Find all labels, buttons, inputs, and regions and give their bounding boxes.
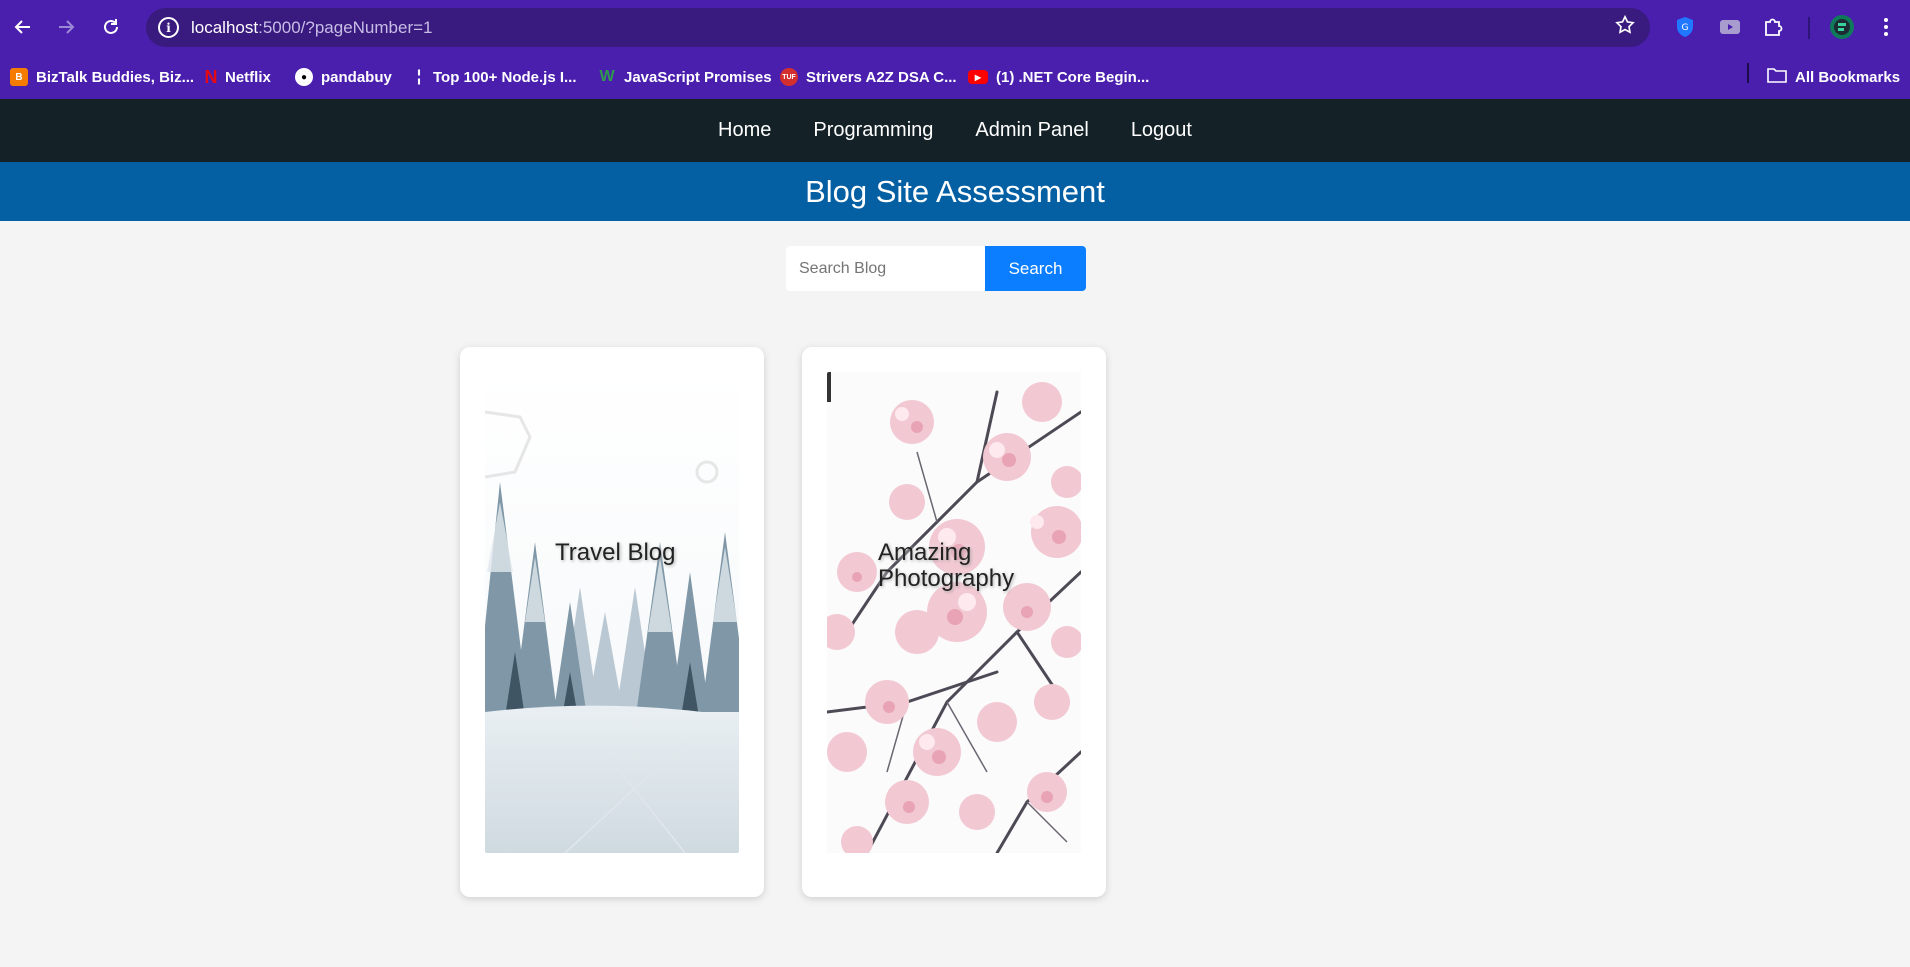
forward-icon[interactable] xyxy=(51,12,81,42)
bookmark-label: Top 100+ Node.js I... xyxy=(433,68,577,86)
profile-avatar-icon[interactable] xyxy=(1827,12,1857,42)
bookmark-biztalk[interactable]: B BizTalk Buddies, Biz... xyxy=(10,65,194,89)
site-banner: Blog Site Assessment xyxy=(0,162,1910,221)
card-image-cherry-blossom xyxy=(827,372,1081,853)
youtube-icon: ▶ xyxy=(968,70,988,84)
w3-icon: W xyxy=(599,68,615,85)
extensions-puzzle-icon[interactable] xyxy=(1758,12,1788,42)
search-input[interactable] xyxy=(786,246,985,291)
svg-text:G: G xyxy=(1682,23,1689,33)
bookmark-javascript-promises[interactable]: W JavaScript Promises xyxy=(598,65,772,89)
bookmark-label: Netflix xyxy=(225,68,271,86)
nav-admin-panel[interactable]: Admin Panel xyxy=(954,119,1109,142)
bookmark-star-icon[interactable] xyxy=(1614,14,1636,42)
url-text: localhost:5000/?pageNumber=1 xyxy=(191,18,433,37)
nav-programming[interactable]: Programming xyxy=(792,119,954,142)
bookmark-label: BizTalk Buddies, Biz... xyxy=(36,68,195,86)
search-form: Search xyxy=(786,246,1086,291)
bookmark-dotnet-core[interactable]: ▶ (1) .NET Core Begin... xyxy=(968,65,1149,89)
reload-icon[interactable] xyxy=(96,12,126,42)
bookmark-strivers[interactable]: TUF Strivers A2Z DSA C... xyxy=(780,65,957,89)
folder-icon xyxy=(1767,67,1787,87)
address-bar[interactable]: i localhost:5000/?pageNumber=1 xyxy=(146,8,1650,47)
bookmark-pandabuy[interactable]: ● pandabuy xyxy=(295,65,392,89)
toolbar-divider xyxy=(1808,17,1810,39)
tuf-icon: TUF xyxy=(780,68,798,86)
bookmark-label: JavaScript Promises xyxy=(624,68,772,86)
nav-home[interactable]: Home xyxy=(697,119,792,142)
bookmark-label: Strivers A2Z DSA C... xyxy=(806,68,957,86)
nodejs-icon: ¦ xyxy=(416,68,422,85)
back-icon[interactable] xyxy=(8,12,38,42)
pandabuy-icon: ● xyxy=(295,68,313,86)
blog-card-photography[interactable]: Amazing Photography xyxy=(802,347,1106,897)
bookmarks-divider xyxy=(1747,63,1749,83)
card-image-snowy-forest xyxy=(485,372,739,853)
nav-logout[interactable]: Logout xyxy=(1110,119,1213,142)
extension-shield-icon[interactable]: G xyxy=(1670,12,1700,42)
bookmark-label: (1) .NET Core Begin... xyxy=(996,68,1150,86)
bookmark-label: pandabuy xyxy=(321,68,392,86)
browser-toolbar: i localhost:5000/?pageNumber=1 G xyxy=(0,0,1910,55)
blog-card-travel[interactable]: Travel Blog xyxy=(460,347,764,897)
search-button[interactable]: Search xyxy=(985,246,1086,291)
extension-media-icon[interactable] xyxy=(1715,12,1745,42)
site-info-icon[interactable]: i xyxy=(158,17,179,38)
netflix-icon: N xyxy=(204,66,218,87)
blogger-icon: B xyxy=(10,68,28,86)
all-bookmarks[interactable]: All Bookmarks xyxy=(1767,65,1900,89)
card-title: Amazing Photography xyxy=(878,539,1015,592)
bookmark-netflix[interactable]: N Netflix xyxy=(205,65,271,89)
all-bookmarks-label: All Bookmarks xyxy=(1795,68,1901,86)
site-navbar: Home Programming Admin Panel Logout xyxy=(0,99,1910,162)
bookmarks-bar: B BizTalk Buddies, Biz... N Netflix ● pa… xyxy=(0,55,1910,99)
bookmark-nodejs[interactable]: ¦ Top 100+ Node.js I... xyxy=(413,65,577,89)
menu-kebab-icon[interactable] xyxy=(1871,12,1901,42)
page-title: Blog Site Assessment xyxy=(805,173,1105,209)
card-title: Travel Blog xyxy=(555,539,676,566)
